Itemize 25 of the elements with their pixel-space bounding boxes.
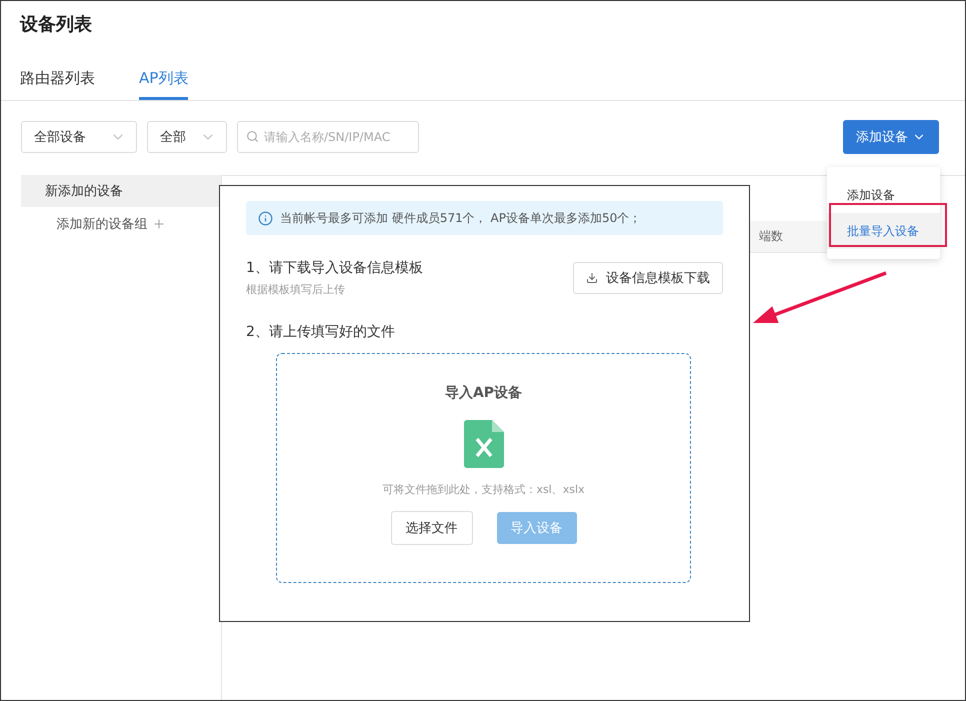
search-icon bbox=[246, 130, 259, 143]
plus-icon[interactable] bbox=[152, 217, 166, 231]
download-icon bbox=[586, 272, 598, 284]
step-title: 1、请下载导入设备信息模板 bbox=[246, 259, 423, 277]
filter-select[interactable]: 全部 bbox=[147, 121, 227, 153]
step-hint: 根据模板填写后上传 bbox=[246, 282, 346, 297]
info-icon bbox=[258, 210, 273, 226]
menu-item[interactable]: 批量导入设备 bbox=[827, 213, 940, 249]
template-download-button[interactable]: 设备信息模板下载 bbox=[573, 262, 723, 294]
step-title: 2、请上传填写好的文件 bbox=[246, 323, 396, 341]
add-device-button[interactable]: 添加设备 bbox=[843, 120, 939, 154]
tab[interactable]: 路由器列表 bbox=[20, 69, 95, 100]
notice-text: 当前帐号最多可添加 硬件成员571个， AP设备单次最多添加50个； bbox=[280, 210, 642, 226]
column-header: 端数 bbox=[759, 228, 783, 245]
upload-hint: 可将文件拖到此处，支持格式：xsl、xslx bbox=[382, 482, 585, 497]
sidebar-item[interactable]: 新添加的设备 bbox=[21, 175, 221, 207]
search-field[interactable]: 请输入名称/SN/IP/MAC bbox=[237, 121, 419, 153]
add-group-link[interactable]: 添加新的设备组 bbox=[56, 215, 148, 233]
spreadsheet-file-icon bbox=[464, 420, 504, 468]
menu-item[interactable]: 添加设备 bbox=[827, 177, 940, 213]
tab[interactable]: AP列表 bbox=[139, 69, 188, 100]
choose-file-button[interactable]: 选择文件 bbox=[390, 511, 472, 545]
upload-title: 导入AP设备 bbox=[444, 384, 522, 402]
page-title: 设备列表 bbox=[18, 13, 93, 37]
filter-select[interactable]: 全部设备 bbox=[21, 121, 137, 153]
